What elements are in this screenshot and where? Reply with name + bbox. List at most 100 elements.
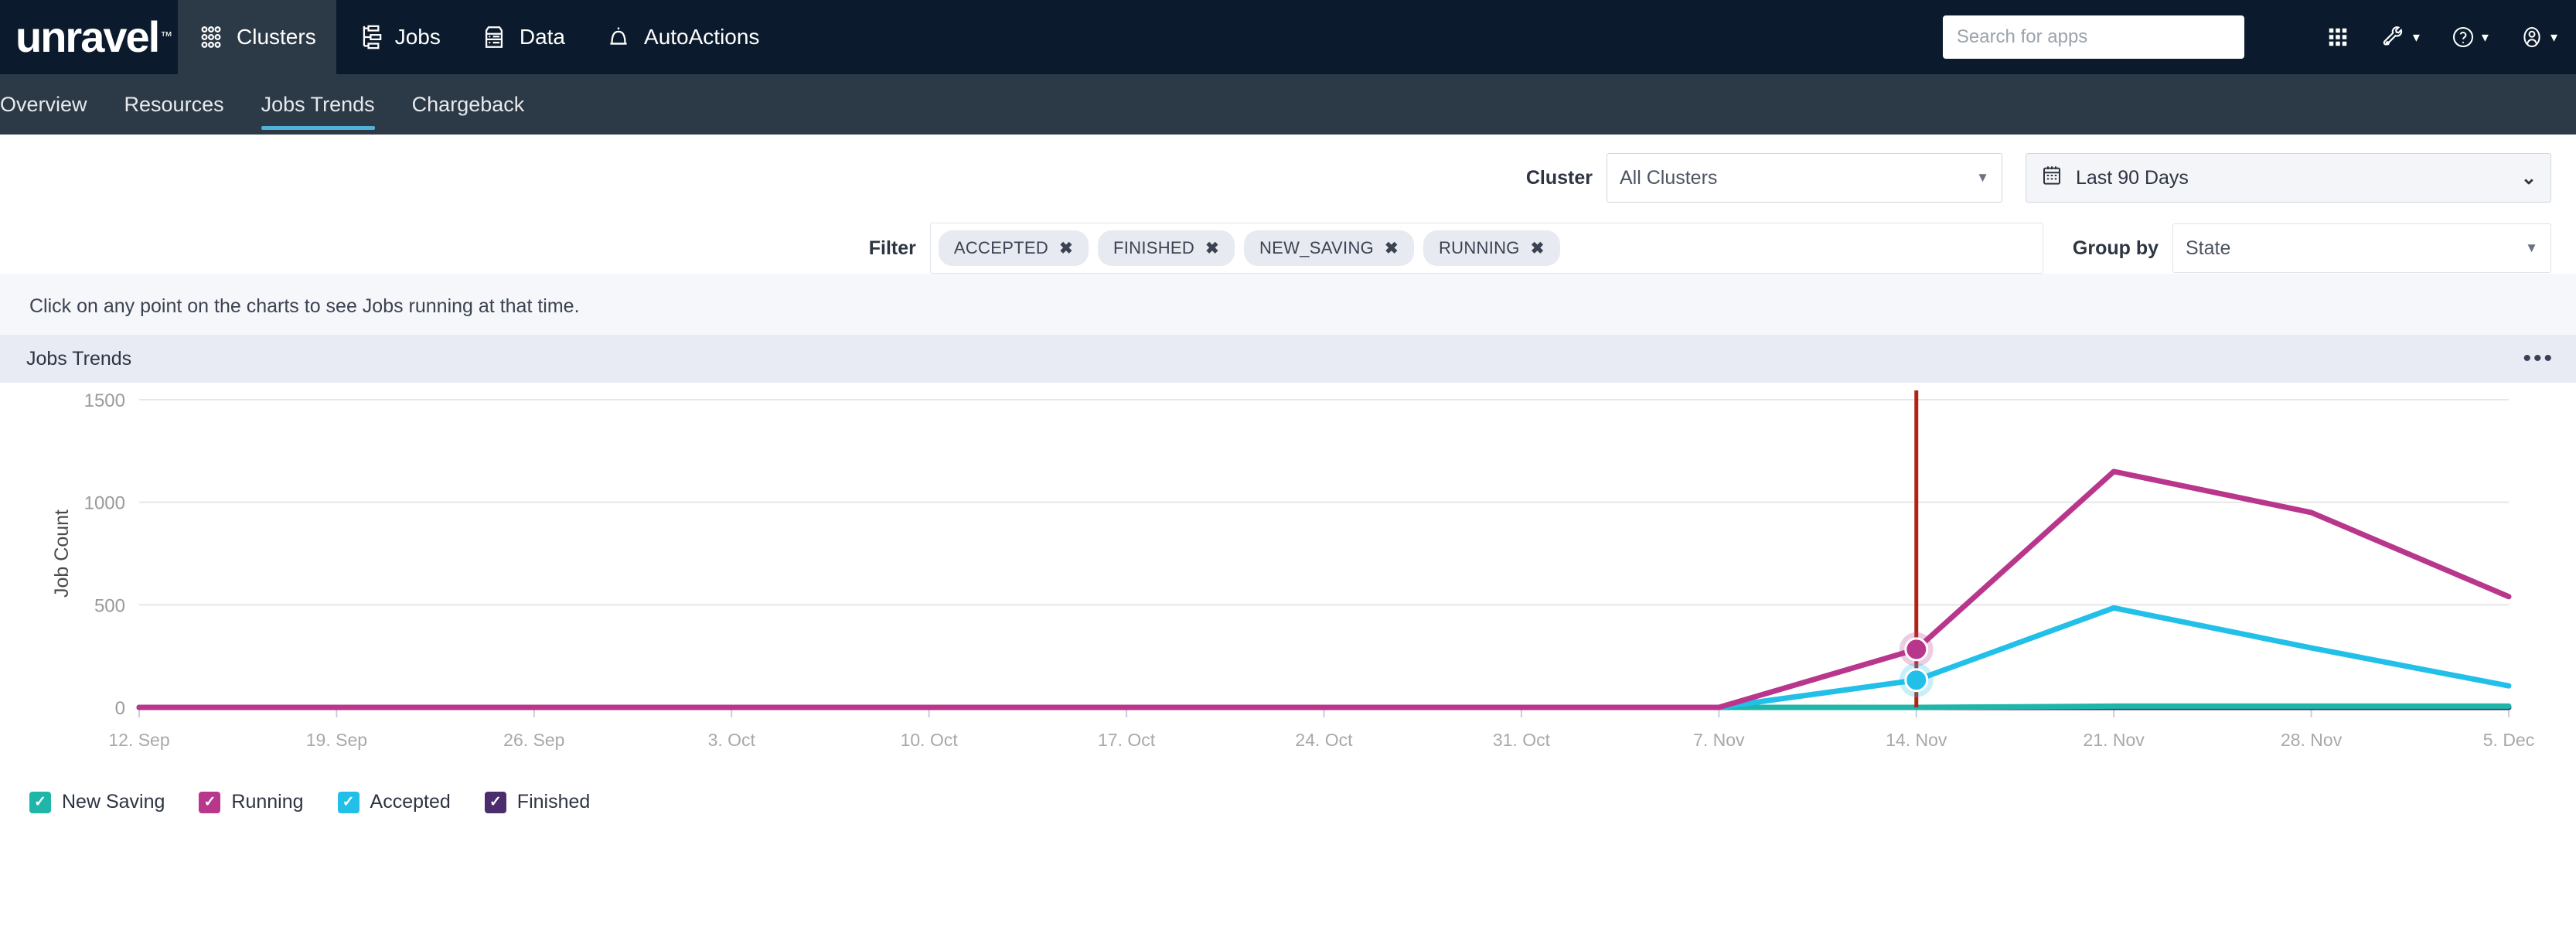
nav-item-data[interactable]: Data — [461, 0, 585, 74]
app-logo[interactable]: unravel ™ — [0, 0, 178, 74]
groupby-select-value: State — [2186, 237, 2231, 259]
nav-item-clusters[interactable]: Clusters — [178, 0, 336, 74]
checkbox-checked-icon[interactable]: ✓ — [484, 791, 506, 813]
groupby-select[interactable]: State ▼ — [2172, 223, 2551, 273]
user-icon[interactable]: ▾ — [2520, 25, 2557, 49]
filter-chip-finished[interactable]: FINISHED ✖ — [1098, 230, 1235, 266]
x-axis-tick-label: 7. Nov — [1693, 730, 1745, 750]
legend-item-running[interactable]: ✓ Running — [199, 791, 304, 813]
nav-item-label: AutoActions — [644, 25, 760, 49]
chip-label: ACCEPTED — [953, 238, 1049, 257]
primary-nav-items: Clusters Jobs Data AutoActions — [178, 0, 779, 74]
x-axis-tick-label: 12. Sep — [108, 730, 169, 750]
chip-label: FINISHED — [1113, 238, 1195, 257]
chevron-down-icon: ⌄ — [2520, 167, 2537, 189]
tab-resources[interactable]: Resources — [106, 74, 243, 135]
x-axis-tick-label: 3. Oct — [708, 730, 756, 750]
tools-icon[interactable]: ▾ — [2380, 24, 2420, 50]
filter-controls-area: Cluster All Clusters ▼ Last 90 Days ⌄ Fi… — [0, 135, 2576, 274]
chart-hint-text: Click on any point on the charts to see … — [0, 274, 2576, 335]
chevron-down-icon: ▾ — [2550, 29, 2557, 45]
tab-label: Jobs Trends — [261, 92, 375, 116]
close-icon[interactable]: ✖ — [1531, 239, 1545, 258]
legend-label: Finished — [516, 791, 591, 813]
filter-chip-container[interactable]: ACCEPTED ✖ FINISHED ✖ NEW_SAVING ✖ RUNNI… — [929, 223, 2043, 274]
panel-title: Jobs Trends — [26, 347, 132, 370]
filter-chip-new-saving[interactable]: NEW_SAVING ✖ — [1243, 230, 1414, 266]
x-axis-tick-label: 14. Nov — [1886, 730, 1947, 750]
logo-text: unravel — [15, 12, 160, 61]
tab-overview[interactable]: Overview — [0, 74, 106, 135]
chart-legend: ✓ New Saving ✓ Running ✓ Accepted ✓ Fini… — [0, 777, 2576, 813]
y-axis-tick-label: 1500 — [84, 390, 125, 411]
highlight-point-accepted[interactable] — [1904, 668, 1929, 693]
y-axis-tick-label: 1000 — [84, 493, 125, 514]
chevron-down-icon: ▾ — [2412, 29, 2420, 45]
logo-trademark: ™ — [160, 30, 172, 43]
legend-label: Running — [231, 791, 304, 813]
jobs-icon — [356, 24, 383, 50]
legend-label: New Saving — [62, 791, 165, 813]
y-axis-title: Job Count — [51, 509, 73, 598]
filter-label: Filter — [868, 237, 916, 259]
series-line-running[interactable] — [136, 468, 2512, 710]
apps-grid-icon[interactable] — [2326, 26, 2349, 49]
chevron-down-icon: ▾ — [2481, 29, 2489, 45]
close-icon[interactable]: ✖ — [1205, 239, 1219, 258]
filter-chip-running[interactable]: RUNNING ✖ — [1423, 230, 1560, 266]
x-axis-tick-label: 10. Oct — [901, 730, 959, 750]
cluster-label: Cluster — [1525, 166, 1593, 189]
chart-svg[interactable]: 0 500 1000 1500 Job Count 12. Sep 19. Sep 26. S… — [0, 383, 2576, 777]
cluster-select-value: All Clusters — [1620, 166, 1718, 189]
panel-header: Jobs Trends ••• — [0, 335, 2576, 383]
clusters-icon — [198, 24, 224, 50]
series-line-accepted[interactable] — [136, 605, 2512, 710]
x-axis-tick-label: 28. Nov — [2281, 730, 2343, 750]
nav-item-jobs[interactable]: Jobs — [336, 0, 461, 74]
x-axis-tick-label: 21. Nov — [2084, 730, 2145, 750]
tab-chargeback[interactable]: Chargeback — [394, 74, 543, 135]
data-icon — [481, 24, 507, 50]
jobs-trends-chart[interactable]: 0 500 1000 1500 Job Count 12. Sep 19. Sep 26. S… — [0, 383, 2576, 777]
x-axis-tick-label: 17. Oct — [1098, 730, 1156, 750]
chevron-down-icon: ▼ — [1976, 170, 1989, 185]
x-axis-tick-label: 24. Oct — [1295, 730, 1353, 750]
legend-item-accepted[interactable]: ✓ Accepted — [337, 791, 451, 813]
tab-jobs-trends[interactable]: Jobs Trends — [243, 74, 394, 135]
checkbox-checked-icon[interactable]: ✓ — [199, 791, 221, 813]
secondary-nav-tabs: Overview Resources Jobs Trends Chargebac… — [0, 74, 2576, 135]
top-right-controls: ▾ ▾ ▾ — [1942, 0, 2557, 74]
x-axis-tick-label: 31. Oct — [1493, 730, 1551, 750]
tab-label: Overview — [0, 92, 87, 116]
cluster-select[interactable]: All Clusters ▼ — [1607, 153, 2002, 203]
y-axis-tick-label: 500 — [94, 595, 125, 616]
filter-chip-accepted[interactable]: ACCEPTED ✖ — [938, 230, 1089, 266]
y-axis-tick-label: 0 — [115, 698, 125, 719]
tab-label: Resources — [124, 92, 224, 116]
x-axis-tick-label: 19. Sep — [306, 730, 367, 750]
chip-label: RUNNING — [1438, 238, 1520, 257]
legend-label: Accepted — [370, 791, 451, 813]
legend-item-finished[interactable]: ✓ Finished — [484, 791, 591, 813]
highlight-point-running[interactable] — [1904, 637, 1929, 662]
date-range-select[interactable]: Last 90 Days ⌄ — [2026, 153, 2551, 203]
chevron-down-icon: ▼ — [2525, 240, 2538, 255]
panel-menu-icon[interactable]: ••• — [2523, 347, 2554, 370]
calendar-icon — [2040, 164, 2063, 193]
cluster-and-daterange-row: Cluster All Clusters ▼ Last 90 Days ⌄ — [0, 135, 2576, 203]
bell-icon — [605, 24, 632, 50]
chip-label: NEW_SAVING — [1259, 238, 1375, 257]
close-icon[interactable]: ✖ — [1385, 239, 1399, 258]
groupby-label: Group by — [2072, 237, 2159, 259]
nav-item-autoactions[interactable]: AutoActions — [585, 0, 779, 74]
checkbox-checked-icon[interactable]: ✓ — [337, 791, 359, 813]
filter-and-groupby-row: Filter ACCEPTED ✖ FINISHED ✖ NEW_SAVING … — [0, 203, 2576, 274]
close-icon[interactable]: ✖ — [1059, 239, 1073, 258]
legend-item-new-saving[interactable]: ✓ New Saving — [29, 791, 165, 813]
search-input[interactable] — [1942, 15, 2244, 59]
checkbox-checked-icon[interactable]: ✓ — [29, 791, 51, 813]
nav-item-label: Clusters — [237, 25, 316, 49]
nav-item-label: Data — [519, 25, 566, 49]
tab-label: Chargeback — [411, 92, 525, 116]
help-icon[interactable]: ▾ — [2451, 25, 2489, 49]
